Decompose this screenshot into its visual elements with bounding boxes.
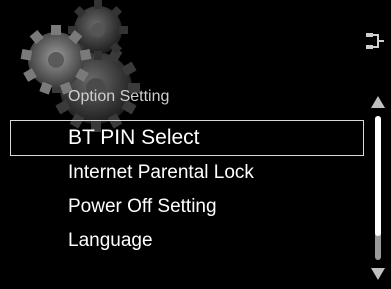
scrollbar[interactable] bbox=[370, 96, 386, 280]
input-connection-icon bbox=[366, 33, 384, 49]
menu-item-internet-parental-lock[interactable]: Internet Parental Lock bbox=[0, 156, 364, 190]
scroll-up-arrow-icon[interactable] bbox=[371, 96, 385, 108]
gears-icon bbox=[20, 0, 140, 132]
option-menu: BT PIN Select Internet Parental Lock Pow… bbox=[0, 120, 364, 258]
menu-item-language[interactable]: Language bbox=[0, 224, 364, 258]
menu-item-bt-pin-select[interactable]: BT PIN Select bbox=[10, 120, 364, 156]
scroll-thumb[interactable] bbox=[375, 116, 381, 236]
scroll-track[interactable] bbox=[375, 116, 381, 260]
option-setting-screen: Option Setting BT PIN Select Internet Pa… bbox=[0, 0, 391, 289]
page-title: Option Setting bbox=[68, 88, 170, 105]
menu-item-power-off-setting[interactable]: Power Off Setting bbox=[0, 190, 364, 224]
scroll-down-arrow-icon[interactable] bbox=[371, 268, 385, 280]
